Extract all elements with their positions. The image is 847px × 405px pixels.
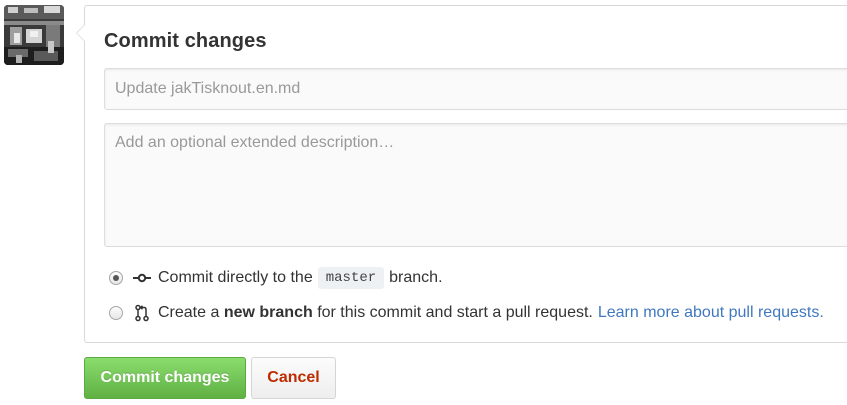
commit-directly-radio[interactable] [109,271,123,285]
git-commit-icon [132,269,152,287]
branch-name: master [317,267,385,289]
new-branch-prefix: Create a [158,304,220,321]
commit-changes-button[interactable]: Commit changes [84,357,246,399]
avatar-image [4,5,64,65]
learn-more-pull-requests-link[interactable]: Learn more about pull requests. [598,304,824,322]
commit-summary-input[interactable] [104,68,847,110]
new-branch-option[interactable]: Create a new branch for this commit and … [109,302,824,324]
panel-caret-inner [77,25,85,41]
new-branch-bold: new branch [223,304,313,321]
commit-directly-suffix: branch. [389,269,443,286]
commit-directly-text: Commit directly to the [158,269,313,286]
new-branch-radio[interactable] [109,306,123,320]
git-pull-request-icon [132,304,152,322]
commit-description-textarea[interactable] [104,123,847,247]
avatar[interactable] [4,5,64,65]
commit-page: Commit changes Commit directly to the ma… [0,0,847,405]
commit-form-panel: Commit changes Commit directly to the ma… [76,5,847,343]
commit-form-title: Commit changes [104,30,267,52]
new-branch-suffix: for this commit and start a pull request… [317,304,593,321]
commit-directly-option[interactable]: Commit directly to the master branch. [109,267,443,289]
cancel-button[interactable]: Cancel [251,357,336,399]
